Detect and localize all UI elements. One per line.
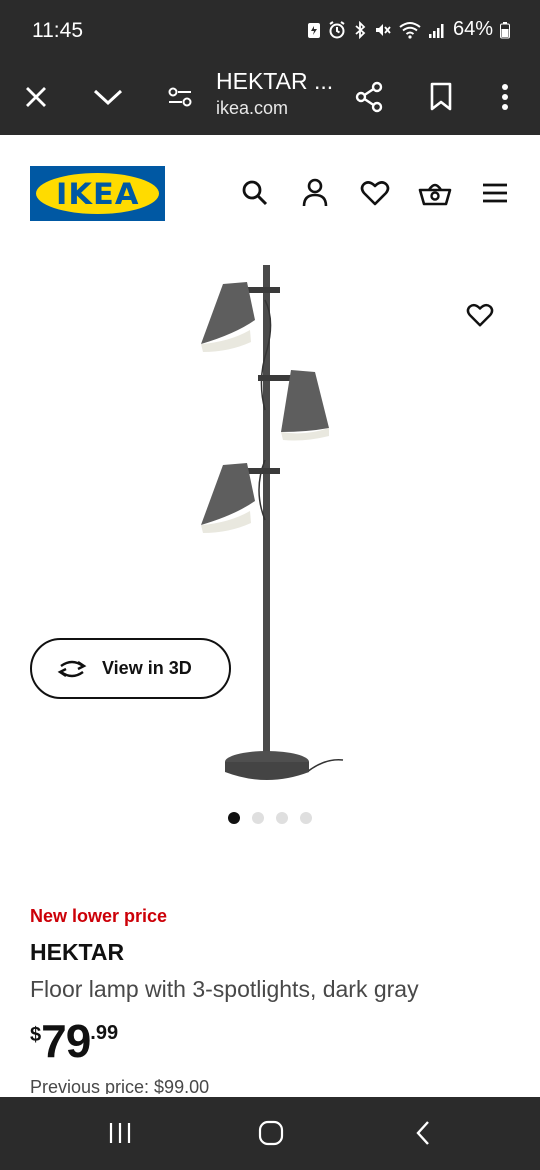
battery-saver-icon [307, 22, 320, 38]
new-lower-price-badge: New lower price [30, 906, 168, 926]
account-icon [302, 178, 328, 207]
recent-apps-icon [109, 1123, 131, 1143]
add-to-favourites-button[interactable] [460, 295, 500, 335]
wifi-icon [399, 21, 421, 39]
system-nav-bar [0, 1097, 540, 1170]
browser-toolbar: HEKTAR ... ikea.com [0, 62, 540, 135]
price-currency: $ [30, 1024, 42, 1046]
favourites-button[interactable] [355, 173, 395, 213]
back-button[interactable] [393, 1113, 453, 1153]
price-integer: 79 [41, 1015, 91, 1067]
basket-icon [418, 183, 452, 206]
status-icons: 64% [307, 18, 510, 41]
more-options-button[interactable] [480, 72, 530, 122]
status-bar: 11:45 64% [0, 0, 540, 62]
home-icon [258, 1120, 284, 1146]
close-button[interactable] [11, 72, 61, 122]
logo-text: IKEA [55, 176, 140, 211]
search-button[interactable] [235, 173, 275, 213]
mute-icon [375, 23, 391, 36]
battery-icon [500, 21, 510, 38]
product-description: Floor lamp with 3-spotlights, dark gray [30, 976, 419, 1002]
more-vert-icon [502, 84, 508, 110]
product-image[interactable] [195, 260, 345, 800]
heart-icon [466, 303, 494, 327]
product-price: $ 79 .99 [30, 1018, 118, 1064]
product-media-carousel[interactable]: View in 3D [0, 245, 540, 845]
logo-oval: IKEA [36, 173, 159, 214]
bluetooth-icon [355, 20, 366, 39]
site-header: IKEA [0, 135, 540, 245]
signal-icon [428, 23, 444, 38]
tune-icon [168, 87, 192, 107]
page-title[interactable]: HEKTAR ... [216, 68, 333, 95]
bookmark-icon [430, 82, 452, 111]
account-button[interactable] [295, 173, 335, 213]
recent-apps-button[interactable] [90, 1113, 150, 1153]
collapse-button[interactable] [83, 72, 133, 122]
carousel-dot-1[interactable] [228, 812, 240, 824]
back-icon [416, 1121, 429, 1145]
carousel-dot-2[interactable] [252, 812, 264, 824]
chevron-down-icon [93, 89, 123, 106]
previous-price: Previous price: $99.00 [30, 1077, 210, 1094]
share-button[interactable] [344, 72, 394, 122]
site-settings-button[interactable] [155, 72, 205, 122]
price-decimal: .99 [90, 1022, 119, 1044]
status-time: 11:45 [32, 19, 83, 42]
rotate-3d-icon [57, 660, 87, 677]
bookmark-button[interactable] [416, 72, 466, 122]
ikea-logo[interactable]: IKEA [30, 166, 165, 221]
product-name: HEKTAR [30, 939, 125, 965]
carousel-dot-3[interactable] [276, 812, 288, 824]
search-icon [242, 180, 268, 206]
carousel-dots [228, 812, 312, 824]
home-button[interactable] [241, 1113, 301, 1153]
close-icon [26, 87, 46, 107]
page-domain[interactable]: ikea.com [216, 98, 288, 119]
share-icon [355, 81, 383, 113]
carousel-dot-4[interactable] [300, 812, 312, 824]
menu-icon [483, 183, 507, 203]
battery-percentage: 64% [452, 18, 493, 40]
view-in-3d-label: View in 3D [102, 658, 192, 678]
menu-button[interactable] [475, 173, 515, 213]
view-in-3d-button[interactable]: View in 3D [30, 638, 231, 699]
alarm-icon [329, 20, 345, 38]
basket-button[interactable] [415, 173, 455, 213]
heart-icon [360, 181, 390, 206]
